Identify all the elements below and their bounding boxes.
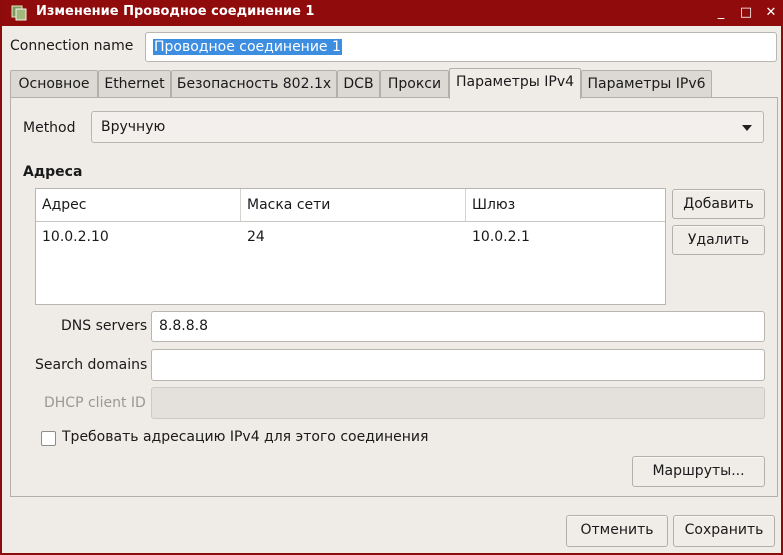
ipv4-settings-panel: Method Вручную Адреса Адрес Маска сети Ш… bbox=[10, 97, 778, 497]
dns-servers-label: DNS servers bbox=[61, 318, 148, 334]
search-domains-field[interactable] bbox=[151, 349, 765, 381]
connection-name-value: Проводное соединение 1 bbox=[153, 39, 342, 55]
method-dropdown[interactable]: Вручную bbox=[91, 111, 764, 143]
routes-button[interactable]: Маршруты... bbox=[632, 456, 765, 487]
tab-dcb[interactable]: DCB bbox=[337, 70, 380, 98]
cancel-button[interactable]: Отменить bbox=[566, 515, 668, 547]
chevron-down-icon bbox=[742, 125, 752, 131]
column-header-gateway[interactable]: Шлюз bbox=[466, 189, 665, 221]
addresses-table[interactable]: Адрес Маска сети Шлюз 10.0.2.10 24 10.0.… bbox=[35, 188, 666, 305]
tab-bar: Основное Ethernet Безопасность 802.1x DC… bbox=[10, 68, 712, 99]
method-label: Method bbox=[23, 120, 76, 136]
dhcp-client-id-label: DHCP client ID bbox=[44, 395, 146, 411]
network-connection-icon bbox=[11, 5, 27, 21]
column-header-address[interactable]: Адрес bbox=[36, 189, 241, 221]
method-value: Вручную bbox=[101, 119, 166, 135]
tab-proxy[interactable]: Прокси bbox=[380, 70, 449, 98]
dialog-window: Изменение Проводное соединение 1 _ □ ✕ C… bbox=[0, 0, 783, 555]
tab-general[interactable]: Основное bbox=[10, 70, 98, 98]
minimize-button[interactable]: _ bbox=[711, 3, 731, 23]
window-title: Изменение Проводное соединение 1 bbox=[36, 4, 315, 19]
title-bar[interactable]: Изменение Проводное соединение 1 _ □ ✕ bbox=[2, 0, 783, 26]
save-button[interactable]: Сохранить bbox=[673, 515, 775, 547]
table-header: Адрес Маска сети Шлюз bbox=[36, 189, 665, 222]
tab-ipv6-settings[interactable]: Параметры IPv6 bbox=[581, 70, 712, 98]
search-domains-label: Search domains bbox=[35, 357, 148, 373]
tab-security-8021x[interactable]: Безопасность 802.1x bbox=[171, 70, 337, 98]
delete-address-button[interactable]: Удалить bbox=[672, 225, 765, 255]
cell-netmask: 24 bbox=[247, 229, 265, 245]
addresses-section-title: Адреса bbox=[23, 164, 83, 180]
dhcp-client-id-field bbox=[151, 387, 765, 419]
dns-servers-value: 8.8.8.8 bbox=[159, 318, 208, 334]
maximize-button[interactable]: □ bbox=[736, 3, 756, 23]
column-header-netmask[interactable]: Маска сети bbox=[241, 189, 466, 221]
connection-name-label: Connection name bbox=[10, 38, 134, 54]
close-button[interactable]: ✕ bbox=[761, 3, 781, 23]
connection-name-field[interactable]: Проводное соединение 1 bbox=[145, 32, 777, 62]
cell-address: 10.0.2.10 bbox=[42, 229, 109, 245]
tab-ethernet[interactable]: Ethernet bbox=[98, 70, 171, 98]
cell-gateway: 10.0.2.1 bbox=[472, 229, 530, 245]
add-address-button[interactable]: Добавить bbox=[672, 189, 765, 219]
require-ipv4-checkbox[interactable] bbox=[41, 431, 56, 446]
dns-servers-field[interactable]: 8.8.8.8 bbox=[151, 311, 765, 342]
require-ipv4-label[interactable]: Требовать адресацию IPv4 для этого соеди… bbox=[62, 429, 428, 445]
tab-ipv4-settings[interactable]: Параметры IPv4 bbox=[449, 68, 581, 99]
